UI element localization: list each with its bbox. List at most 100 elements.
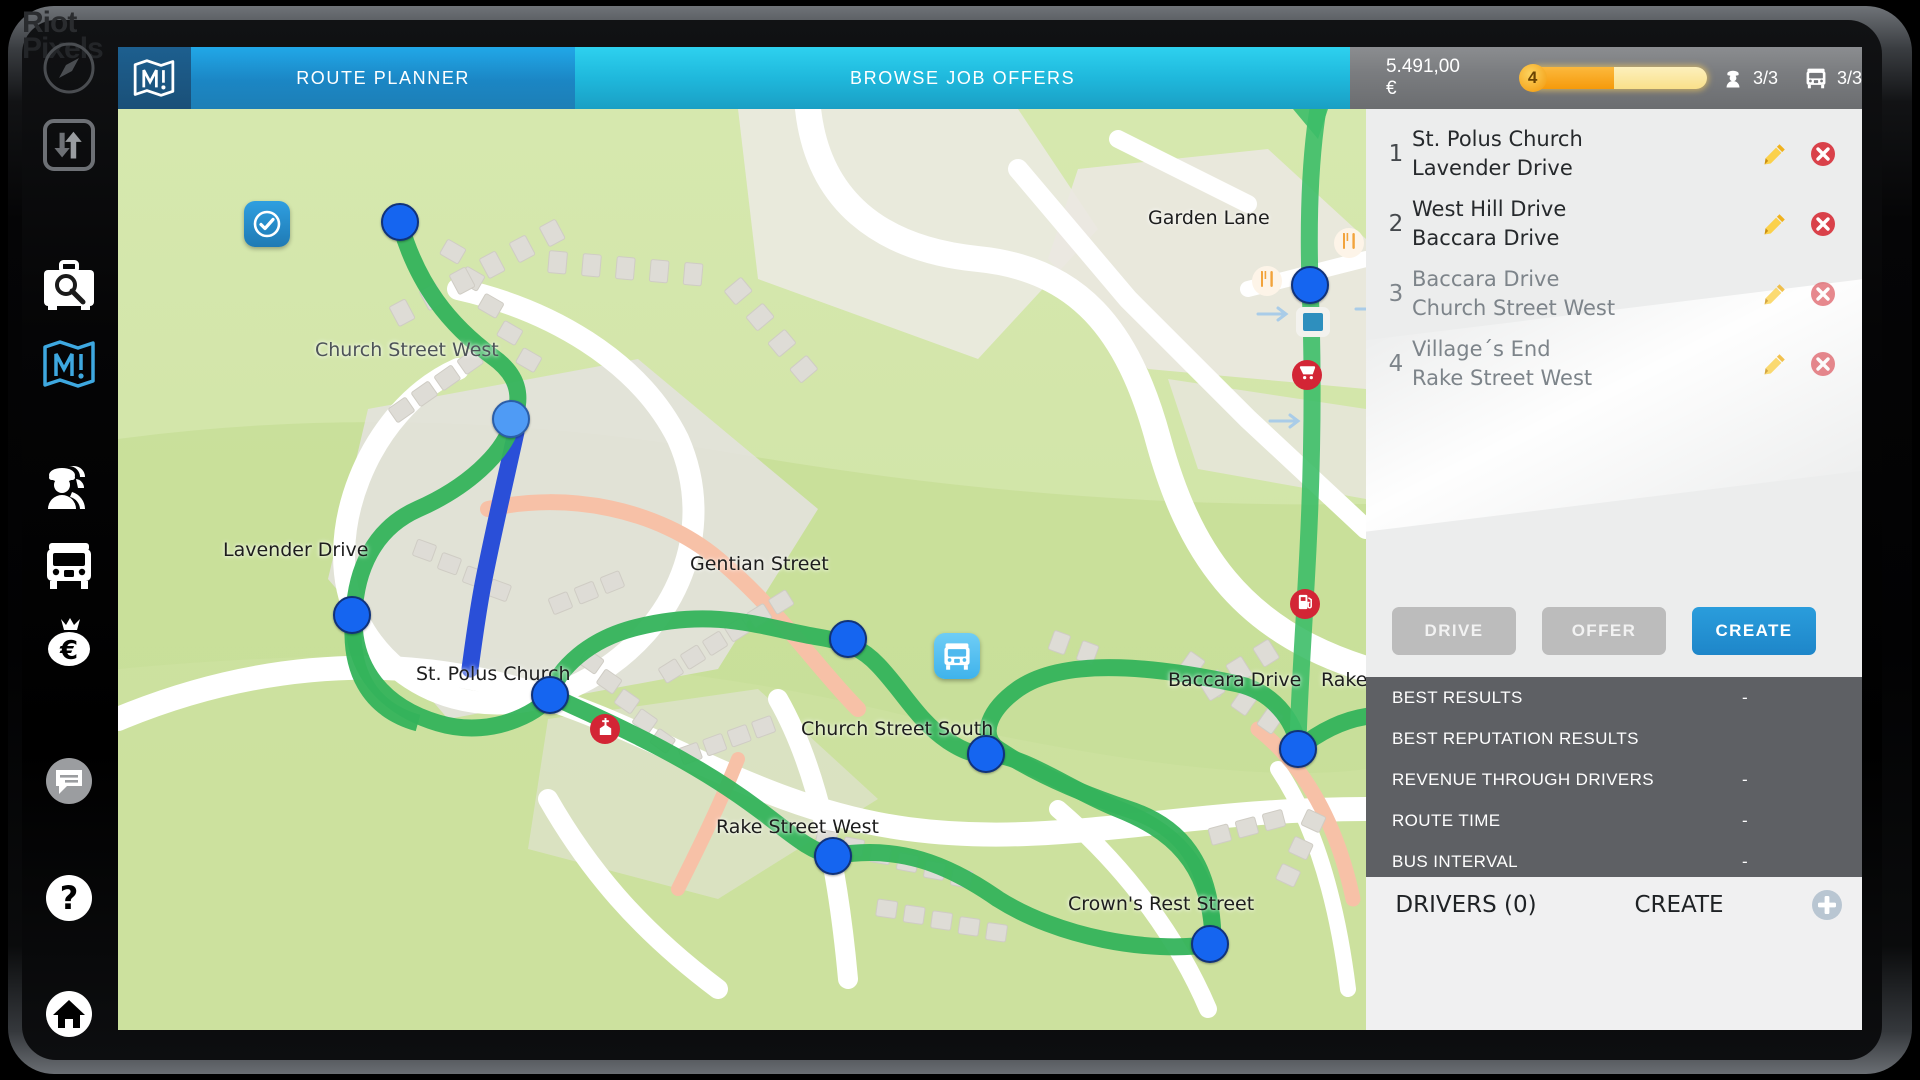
route-stat-row: REVENUE THROUGH DRIVERS - [1366,759,1862,800]
bus-icon [47,542,91,589]
delete-icon[interactable] [1810,351,1836,377]
route-row-actions [1762,351,1862,377]
food-icon [1257,269,1277,294]
check-circle-icon [253,210,281,238]
route-stop-row[interactable]: 4 Village´s End Rake Street West [1366,329,1862,399]
route-stop-to: Baccara Drive [1412,226,1560,250]
transfer-icon [43,119,95,171]
route-stop-from: St. Polus Church [1412,127,1583,151]
bus-marker-badge[interactable] [934,633,980,679]
stop-church-street-west[interactable] [492,400,530,438]
stop-garden-lane[interactable] [1291,266,1329,304]
job-search-icon [44,260,94,311]
drive-button[interactable]: DRIVE [1392,607,1516,655]
stop-baccara-drive[interactable] [1279,730,1317,768]
level-progress[interactable]: 4 [1518,64,1707,92]
drivers-title: DRIVERS (0) [1395,892,1537,918]
route-stat-label: ROUTE TIME [1392,810,1501,830]
restaurant-poi[interactable] [1252,266,1282,296]
restaurant-poi-2[interactable] [1334,228,1364,258]
sidebar-item-buses[interactable] [38,537,100,593]
shop-poi[interactable] [1292,360,1322,390]
game-screen: ROUTE PLANNER BROWSE JOB OFFERS 5.491,00… [118,47,1862,1030]
route-stop-row[interactable]: 1 St. Polus Church Lavender Drive [1366,119,1862,189]
edit-icon[interactable] [1762,141,1788,167]
sidebar-item-map[interactable] [38,336,100,392]
sidebar-item-compass[interactable] [38,40,100,96]
chat-icon [46,758,92,805]
sidebar-item-messages[interactable] [38,755,100,807]
fuel-icon [1296,592,1315,616]
action-buttons: DRIVE OFFER CREATE [1366,595,1862,667]
bus-icon [1806,68,1826,89]
sidebar-item-help[interactable]: ? [38,872,100,924]
tab-browse-job-offers[interactable]: BROWSE JOB OFFERS [575,47,1350,109]
route-stop-from: West Hill Drive [1412,197,1567,221]
route-stat-row: BUS INTERVAL - [1366,841,1862,882]
delete-icon[interactable] [1810,281,1836,307]
map-icon [134,59,175,97]
sidebar-item-job-search[interactable] [38,256,100,314]
route-stop-row[interactable]: 3 Baccara Drive Church Street West [1366,259,1862,329]
device-frame: Riot Pixels € ? ROUTE PLANNER BROWSE JOB… [0,0,1920,1080]
route-stop-to: Rake Street West [1412,366,1593,390]
drivers-create-label[interactable]: CREATE [1566,892,1792,918]
stop-rake-street-west[interactable] [814,837,852,875]
drivers-add-button[interactable] [1792,889,1862,921]
route-stat-label: BEST REPUTATION RESULTS [1392,728,1639,748]
route-stat-label: BEST RESULTS [1392,687,1523,707]
sidebar-item-finances[interactable]: € [38,615,100,671]
route-stop-from: Village´s End [1412,337,1551,361]
delete-icon[interactable] [1810,141,1836,167]
home-icon [46,991,92,1038]
route-stat-value: - [1742,769,1748,789]
route-row-actions [1762,281,1862,307]
route-row-actions [1762,211,1862,237]
create-button[interactable]: CREATE [1692,607,1816,655]
tab-map-icon-button[interactable] [118,47,191,109]
route-stat-value: - [1742,851,1748,871]
delete-icon[interactable] [1810,211,1836,237]
sidebar-item-transfer[interactable] [38,118,100,172]
stop-church-street-south[interactable] [967,735,1005,773]
route-row-actions [1762,141,1862,167]
stop-gentian-street[interactable] [829,620,867,658]
route-stat-label: BUS INTERVAL [1392,851,1519,871]
tab-browse-job-offers-label: BROWSE JOB OFFERS [850,67,1076,88]
fuel-poi[interactable] [1290,589,1320,619]
offer-button[interactable]: OFFER [1542,607,1666,655]
stop-lavender-drive[interactable] [333,596,371,634]
right-panel: 1 St. Polus Church Lavender Drive 2 West Hil… [1366,109,1862,1030]
plus-circle-icon [1812,890,1842,920]
map-icon [43,340,95,389]
edit-icon[interactable] [1762,211,1788,237]
sidebar-item-home[interactable] [38,988,100,1040]
route-stop-names: West Hill Drive Baccara Drive [1412,195,1762,253]
landmark-poi [1296,307,1330,337]
sidebar-item-drivers[interactable] [38,457,100,515]
edit-icon[interactable] [1762,351,1788,377]
route-stat-value: - [1742,687,1748,707]
route-stat-label: REVENUE THROUGH DRIVERS [1392,769,1655,789]
landmark-glyph [1303,313,1323,331]
route-stop-number: 2 [1388,211,1404,237]
food-icon [1339,231,1359,256]
drivers-icon [1726,70,1740,88]
church-icon [596,717,615,741]
stop-crowns-rest[interactable] [1191,925,1229,963]
edit-icon[interactable] [1762,281,1788,307]
tab-route-planner[interactable]: ROUTE PLANNER [190,47,576,109]
route-stop-to: Lavender Drive [1412,156,1573,180]
left-sidebar: € ? [20,18,118,1062]
stop-st-polus-church[interactable] [531,676,569,714]
map-canvas[interactable]: Garden Lane Church Street West Lavender Dr… [118,109,1366,1030]
cart-icon [1298,363,1317,387]
buses-count: 3/3 [1836,67,1862,88]
route-stat-row: ROUTE TIME - [1366,800,1862,841]
route-valid-badge[interactable] [244,201,290,247]
church-poi[interactable] [590,714,620,744]
status-bar: 5.491,00 € 4 3/3 3/3 [1349,47,1862,109]
stop-north[interactable] [381,203,419,241]
drivers-status: 3/3 [1722,66,1778,90]
route-stop-row[interactable]: 2 West Hill Drive Baccara Drive [1366,189,1862,259]
